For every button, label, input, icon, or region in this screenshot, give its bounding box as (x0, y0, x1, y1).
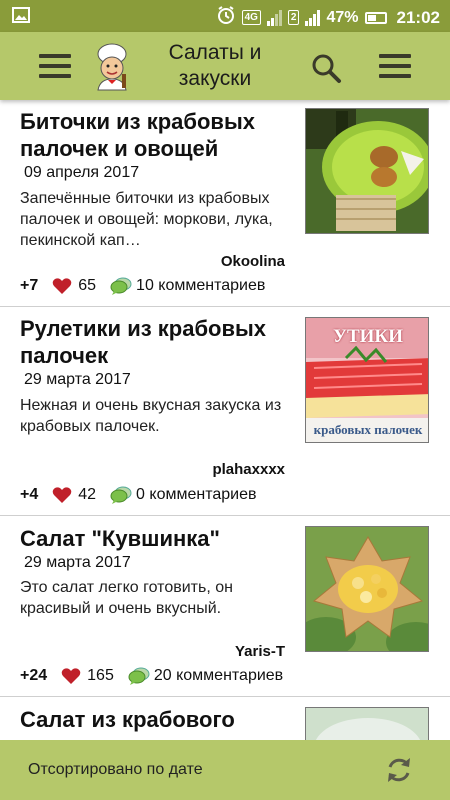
sort-label[interactable]: Отсортировано по дате (28, 761, 203, 779)
recipe-date: 29 марта 2017 (24, 371, 131, 388)
like-count: 42 (78, 486, 97, 503)
comments-icon[interactable] (110, 486, 132, 504)
like-count: 65 (78, 277, 97, 294)
heart-icon[interactable] (61, 667, 81, 685)
like-count: 165 (87, 667, 114, 684)
recipe-author[interactable]: plahaxxxx (212, 461, 285, 478)
page-title: Салаты и закуски (168, 41, 262, 90)
comments-icon[interactable] (128, 667, 150, 685)
sim-badge: 2 (287, 10, 300, 25)
recipe-stats: +4 42 0 комментариев (20, 484, 256, 506)
menu-icon[interactable] (39, 54, 71, 78)
image-caption-top: УТИКИ (333, 326, 403, 347)
app-bar: Салаты и закуски (0, 32, 450, 100)
vote-count[interactable]: +4 (20, 486, 38, 504)
heart-icon[interactable] (52, 277, 72, 295)
comment-count[interactable]: 10 комментариев (136, 277, 265, 295)
recipe-date: 09 апреля 2017 (24, 164, 140, 181)
comment-count[interactable]: 0 комментариев (136, 486, 256, 504)
status-bar: 4G 2 47% 21:02 (0, 0, 450, 32)
comment-count[interactable]: 20 комментариев (154, 667, 283, 685)
recipe-date: 29 марта 2017 (24, 554, 131, 571)
recipe-title[interactable]: Салат "Кувшинка" (20, 525, 290, 552)
chef-logo-icon (88, 42, 136, 92)
network-type-badge: 4G (241, 10, 261, 25)
recipe-author[interactable]: Okoolina (221, 253, 285, 270)
signal-icon-2 (305, 9, 321, 26)
recipe-title[interactable]: Салат из крабового (20, 706, 290, 733)
signal-icon (266, 9, 282, 26)
recipe-title[interactable]: Биточки из крабовых палочек и овощей (20, 108, 290, 162)
recipe-stats: +7 65 10 комментариев (20, 275, 265, 297)
comments-icon[interactable] (110, 277, 132, 295)
recipe-title[interactable]: Рулетики из крабовых палочек (20, 315, 290, 369)
recipe-author[interactable]: Yaris-T (235, 643, 285, 660)
overflow-menu-icon[interactable] (379, 54, 411, 78)
sort-bar: Отсортировано по дате (0, 740, 450, 800)
recipe-thumbnail[interactable] (305, 526, 429, 652)
vote-count[interactable]: +24 (20, 667, 47, 685)
vote-count[interactable]: +7 (20, 277, 38, 295)
gallery-notification-icon (12, 7, 30, 28)
recipe-description: Запечённые биточки из крабовых палочек и… (20, 190, 273, 249)
list-item[interactable]: Биточки из крабовых палочек и овощей 09 … (0, 100, 450, 306)
recipe-thumbnail[interactable]: УТИКИ крабовых палочек (305, 317, 429, 443)
recipe-list: Биточки из крабовых палочек и овощей 09 … (0, 100, 450, 740)
recipe-thumbnail[interactable] (305, 108, 429, 234)
list-item[interactable]: Рулетики из крабовых палочек 29 марта 20… (0, 307, 450, 515)
recipe-thumbnail[interactable] (305, 707, 429, 740)
image-caption-bottom: крабовых палочек (313, 422, 423, 437)
search-icon[interactable] (310, 52, 342, 84)
list-item[interactable]: Салат из крабового (0, 697, 450, 740)
refresh-icon[interactable] (383, 754, 415, 786)
clock: 21:02 (396, 7, 440, 27)
recipe-description: Это салат легко готовить, он красивый и … (20, 579, 233, 617)
recipe-stats: +24 165 20 комментариев (20, 665, 283, 687)
alarm-icon (216, 5, 236, 30)
battery-icon (364, 11, 387, 24)
heart-icon[interactable] (52, 486, 72, 504)
battery-percent: 47% (326, 8, 359, 26)
list-item[interactable]: Салат "Кувшинка" 29 марта 2017 Это салат… (0, 516, 450, 696)
recipe-description: Нежная и очень вкусная закуска из крабов… (20, 397, 282, 435)
